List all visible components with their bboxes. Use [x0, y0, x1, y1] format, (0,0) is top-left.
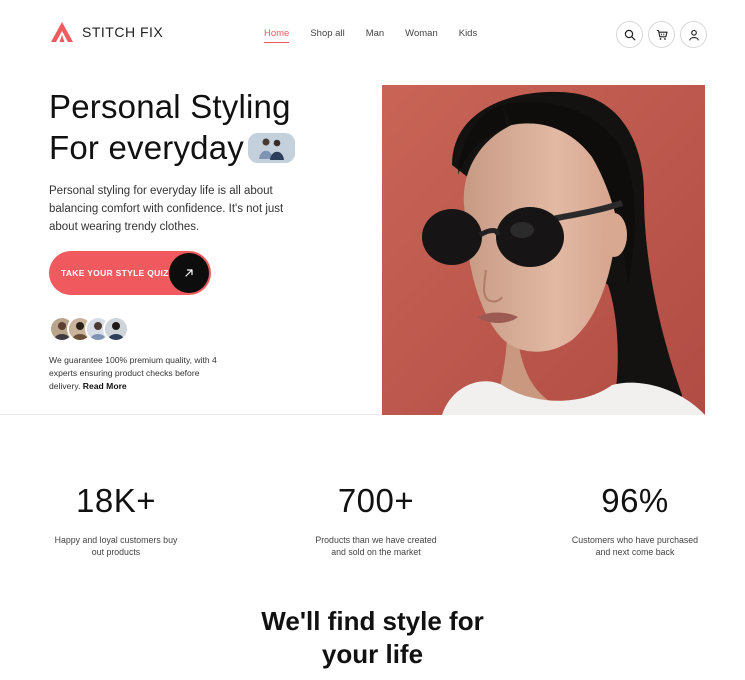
- hero-description: Personal styling for everyday life is al…: [49, 185, 284, 233]
- nav-item-home[interactable]: Home: [264, 28, 290, 43]
- section-title-line1: We'll find style for: [261, 606, 484, 636]
- section-title: We'll find style for your life: [0, 605, 745, 671]
- header-actions: [616, 21, 707, 48]
- stat-value: 96%: [601, 482, 669, 519]
- cart-button[interactable]: [648, 21, 675, 48]
- couple-thumbnail-image: [247, 132, 295, 163]
- stat-customers: 18K+ Happy and loyal customers buy out p…: [30, 482, 202, 558]
- nav-item-kids[interactable]: Kids: [459, 28, 477, 39]
- site-header: STITCH FIX Home Shop all Man Woman Kids: [0, 0, 745, 68]
- section-divider: [0, 414, 382, 415]
- stat-description-line: Products than we have created: [315, 535, 437, 545]
- user-icon: [688, 29, 699, 41]
- style-quiz-label: TAKE YOUR STYLE QUIZ: [61, 268, 169, 278]
- stat-description-line: and sold on the market: [331, 547, 421, 557]
- stat-description: Products than we have created and sold o…: [288, 534, 464, 558]
- account-button[interactable]: [680, 21, 707, 48]
- main-nav: Home Shop all Man Woman Kids: [264, 28, 498, 43]
- stat-returning: 96% Customers who have purchased and nex…: [546, 482, 724, 558]
- stat-description-line: Customers who have purchased: [571, 535, 699, 545]
- logo-mark-icon: [51, 22, 73, 42]
- hero-title-line2: For everyday: [49, 129, 244, 166]
- brand-logo[interactable]: STITCH FIX: [50, 21, 163, 43]
- cart-icon: [656, 29, 668, 40]
- nav-item-man[interactable]: Man: [366, 28, 384, 39]
- search-button[interactable]: [616, 21, 643, 48]
- guarantee-text: We guarantee 100% premium quality, with …: [49, 354, 224, 393]
- stat-products: 700+ Products than we have created and s…: [288, 482, 464, 558]
- guarantee-copy: We guarantee 100% premium quality, with …: [49, 355, 217, 391]
- stat-description: Customers who have purchased and next co…: [546, 534, 724, 558]
- read-more-link[interactable]: Read More: [83, 381, 127, 391]
- expert-avatars: [49, 316, 129, 342]
- style-quiz-button[interactable]: TAKE YOUR STYLE QUIZ: [49, 251, 211, 295]
- stat-value: 18K+: [76, 482, 156, 519]
- brand-name: STITCH FIX: [82, 24, 164, 40]
- nav-item-woman[interactable]: Woman: [405, 28, 438, 39]
- stat-description-line: and next come back: [595, 547, 675, 557]
- nav-item-shop-all[interactable]: Shop all: [310, 28, 344, 39]
- hero-model-image: [382, 85, 705, 415]
- hero-title-line2-row: For everyday: [49, 127, 295, 168]
- stat-description: Happy and loyal customers buy out produc…: [30, 534, 202, 558]
- stat-description-line: out products: [91, 547, 141, 557]
- search-icon: [624, 29, 635, 40]
- stat-value: 700+: [337, 482, 415, 519]
- hero-title: Personal Styling For everyday: [49, 86, 295, 168]
- stat-description-line: Happy and loyal customers buy: [54, 535, 178, 545]
- arrow-up-right-icon: [169, 253, 209, 293]
- hero-title-line1: Personal Styling: [49, 88, 291, 125]
- section-title-line2: your life: [321, 639, 424, 669]
- avatar: [103, 316, 129, 342]
